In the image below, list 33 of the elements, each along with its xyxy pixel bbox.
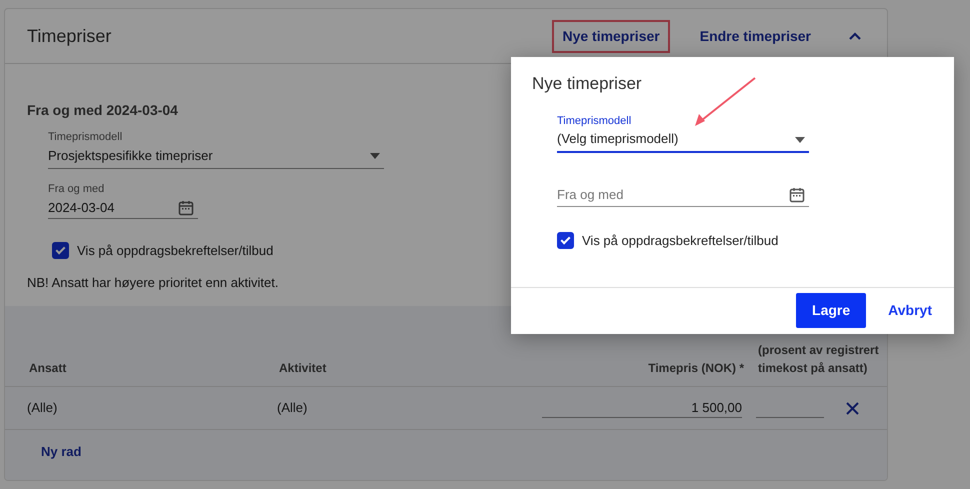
note-text: NB! Ansatt har høyere prioritet enn aktivitet. [27,274,280,292]
calendar-icon[interactable] [789,187,805,204]
date-field[interactable]: 2024-03-04 [48,198,178,217]
dropdown-caret-icon [370,153,380,160]
dropdown-caret-icon [795,136,805,143]
header-link[interactable]: Endre timepriser [690,20,821,52]
collapse-icon[interactable] [849,32,861,40]
field-label: Fra og med [48,182,106,197]
add-row-link[interactable]: Ny rad [41,442,82,462]
dialog-title: Nye timepriser [532,73,643,95]
table-cell-text: (Alle) [277,399,308,418]
checkbox-label: Vis på oppdragsbekreftelser/tilbud [77,242,274,260]
column-header: Ansatt [29,360,68,377]
table-cell-text: (Alle) [27,399,58,418]
field-label: Timeprismodell [557,114,632,128]
checkbox-label: Vis på oppdragsbekreftelser/tilbud [582,232,778,250]
column-header: Timepris (NOK) * [647,360,744,377]
header-link[interactable]: Nye timepriser [552,20,670,52]
delete-row-icon[interactable] [846,402,859,414]
field-label: Timeprismodell [48,130,124,145]
date-field[interactable]: Fra og med [557,184,789,204]
price-input[interactable]: 1 500,00 [542,398,742,418]
checkbox[interactable] [52,242,69,260]
select-field[interactable]: (Velg timeprismodell) [557,129,809,152]
card-title: Timepriser [27,24,112,48]
cancel-button[interactable]: Avbryt [888,300,932,321]
section-heading: Fra og med 2024-03-04 [27,101,179,120]
column-header: (prosent av registrert timekost på ansatt) [758,342,880,377]
calendar-icon[interactable] [178,200,194,216]
checkbox[interactable] [557,232,574,250]
select-field[interactable]: Prosjektspesifikke timepriser [48,146,384,169]
column-header: Aktivitet [279,360,328,377]
save-button[interactable]: Lagre [796,293,866,328]
